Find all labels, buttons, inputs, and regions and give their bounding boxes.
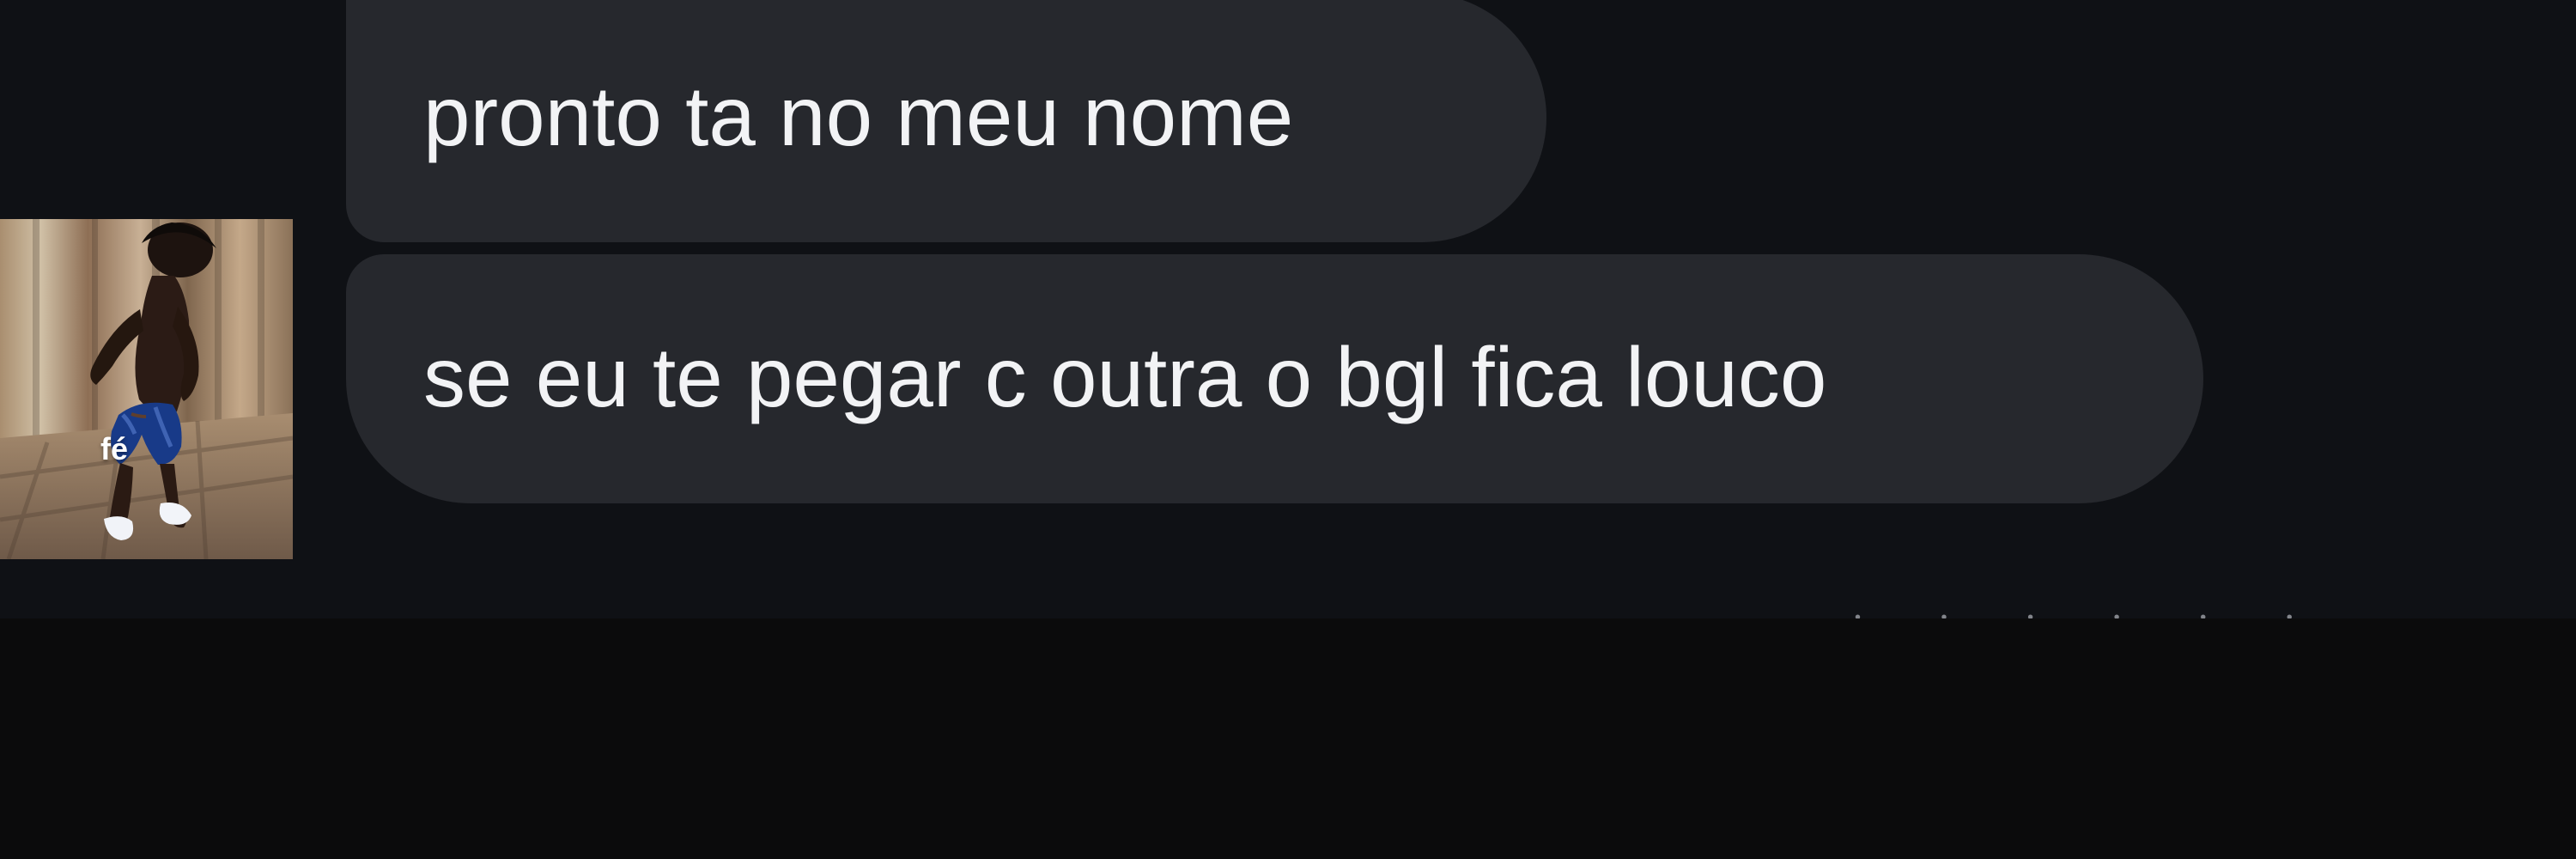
chat-thread: pronto ta no meu nome fé se eu te pegar … xyxy=(0,0,2576,618)
incoming-message-bubble[interactable]: pronto ta no meu nome xyxy=(346,0,1546,242)
avatar-caption: fé xyxy=(100,431,129,466)
cropped-status-dots: • • • • • • • • xyxy=(1855,612,2370,618)
message-text: se eu te pegar c outra o bgl fica louco xyxy=(423,330,1827,424)
sender-avatar[interactable]: fé xyxy=(0,219,293,559)
avatar-image xyxy=(0,219,293,559)
incoming-message-bubble[interactable]: se eu te pegar c outra o bgl fica louco xyxy=(346,254,2203,503)
blank-lower-area xyxy=(0,618,2576,859)
message-text: pronto ta no meu nome xyxy=(423,69,1294,163)
